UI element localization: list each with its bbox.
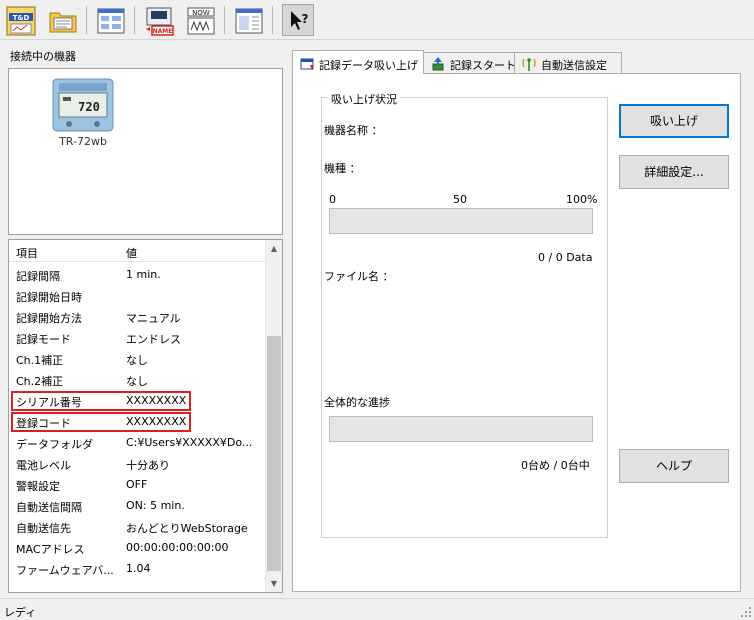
table-row[interactable]: 警報設定 OFF [9, 474, 267, 495]
data-count: 0 / 0 Data [538, 251, 593, 264]
scrollbar-thumb[interactable] [267, 336, 281, 571]
row-value: C:¥Users¥XXXXX¥Do... [126, 436, 253, 449]
record-start-icon [432, 57, 444, 71]
device-item[interactable]: 720 TR-72wb [45, 77, 121, 148]
download-button[interactable]: 吸い上げ [619, 104, 729, 138]
toolbar-separator [224, 6, 225, 34]
row-value: ON: 5 min. [126, 499, 185, 512]
device-name-label: 機器名称 ： [324, 124, 383, 137]
unit-count: 0台め / 0台中 [521, 459, 590, 472]
table-row[interactable]: Ch.2補正 なし [9, 369, 267, 390]
row-value: エンドレス [126, 333, 181, 346]
table-row[interactable]: ファームウェアバ... 1.04 [9, 558, 267, 579]
connected-devices-label: 接続中の機器 [10, 50, 76, 63]
toolbar-separator [86, 6, 87, 34]
tab-record-start[interactable]: 記録スタート [423, 52, 516, 73]
row-key: ファームウェアバ... [16, 564, 114, 577]
toolbar: T&D NAME NOW ? [0, 0, 754, 40]
resize-grip-icon[interactable] [740, 606, 752, 618]
row-key: 記録開始方法 [16, 312, 82, 325]
details-settings-button[interactable]: 詳細設定... [619, 155, 729, 189]
row-key: 電池レベル [16, 459, 71, 472]
row-key: 記録開始日時 [16, 291, 82, 304]
row-value: 00:00:00:00:00:00 [126, 541, 229, 554]
row-key: Ch.2補正 [16, 375, 64, 388]
help-cursor-icon[interactable]: ? [282, 4, 314, 36]
scale-max: 100% [566, 193, 598, 206]
model-label: 機種 ： [324, 162, 361, 175]
download-status-group: 吸い上げ状況 機器名称 ： 機種 ： 0 50 100% 0 / 0 Data … [321, 91, 608, 538]
svg-text:?: ? [302, 12, 309, 26]
scroll-down-icon[interactable]: ▼ [266, 575, 282, 592]
open-folder-icon[interactable] [46, 4, 78, 36]
device-name-icon[interactable]: NAME [142, 4, 174, 36]
row-key: データフォルダ [16, 438, 93, 451]
properties-header: 項目 値 [9, 240, 267, 262]
table-row[interactable]: 自動送信先 おんどとりWebStorage [9, 516, 267, 537]
tab-label: 自動送信設定 [541, 59, 607, 72]
toolbar-separator [134, 6, 135, 34]
antenna-icon [522, 58, 536, 71]
row-value: 十分あり [126, 459, 170, 472]
row-key: MACアドレス [16, 543, 85, 556]
table-window-icon[interactable] [232, 4, 264, 36]
now-graph-icon[interactable]: NOW [184, 4, 216, 36]
device-name: TR-72wb [59, 135, 107, 148]
row-key: 記録モード [16, 333, 71, 346]
connected-device-list[interactable]: 720 TR-72wb [8, 68, 283, 235]
device-screen-text: 720 [78, 100, 100, 114]
logger-device-icon: 720 [52, 78, 114, 132]
status-bar: レディ [0, 598, 754, 620]
table-row[interactable]: Ch.1補正 なし [9, 348, 267, 369]
tab-download-records[interactable]: 記録データ吸い上げ [292, 50, 424, 74]
status-text: レディ [4, 606, 37, 619]
tab-label: 記録スタート [450, 59, 516, 72]
download-status-title: 吸い上げ状況 [328, 91, 400, 107]
header-value[interactable]: 値 [126, 245, 137, 261]
overall-progress-label: 全体的な進捗 [324, 396, 390, 409]
tab-auto-send-settings[interactable]: 自動送信設定 [514, 52, 622, 73]
overall-progress-bar [329, 416, 593, 442]
row-value: 1 min. [126, 268, 161, 281]
svg-text:T&D: T&D [13, 14, 30, 22]
table-row[interactable]: 記録モード エンドレス [9, 327, 267, 348]
download-tab-panel: 吸い上げ状況 機器名称 ： 機種 ： 0 50 100% 0 / 0 Data … [292, 73, 741, 592]
table-row[interactable]: 記録開始方法 マニュアル [9, 306, 267, 327]
header-item[interactable]: 項目 [16, 245, 38, 261]
device-properties-list[interactable]: 項目 値 記録間隔 1 min. 記録開始日時 記録開始方法 マニュアル 記録モード… [8, 239, 283, 593]
row-value: なし [126, 354, 148, 367]
serial-number-highlight [11, 391, 191, 411]
row-key: Ch.1補正 [16, 354, 64, 367]
data-list-icon[interactable] [94, 4, 126, 36]
download-icon [300, 58, 314, 70]
table-row[interactable]: 電池レベル 十分あり [9, 453, 267, 474]
now-label: NOW [192, 9, 210, 17]
table-row[interactable]: 記録開始日時 [9, 285, 267, 306]
tandd-logo-icon[interactable]: T&D [4, 4, 36, 36]
tab-label: 記録データ吸い上げ [319, 59, 418, 72]
row-value: 1.04 [126, 562, 151, 575]
scale-min: 0 [329, 193, 336, 206]
row-value: なし [126, 375, 148, 388]
properties-scrollbar[interactable]: ▲ ▼ [265, 240, 282, 592]
table-row[interactable]: 記録間隔 1 min. [9, 264, 267, 285]
row-key: 自動送信間隔 [16, 501, 82, 514]
row-key: 自動送信先 [16, 522, 71, 535]
name-tag: NAME [153, 28, 173, 35]
table-row[interactable]: データフォルダ C:¥Users¥XXXXX¥Do... [9, 432, 267, 453]
file-name-label: ファイル名 ： [324, 270, 394, 283]
scale-mid: 50 [453, 193, 467, 206]
row-value: OFF [126, 478, 148, 491]
download-progress-bar [329, 208, 593, 234]
table-row[interactable]: MACアドレス 00:00:00:00:00:00 [9, 537, 267, 558]
row-value: おんどとりWebStorage [126, 522, 248, 535]
row-key: 記録間隔 [16, 270, 60, 283]
help-button[interactable]: ヘルプ [619, 449, 729, 483]
row-value: マニュアル [126, 312, 181, 325]
row-key: 警報設定 [16, 480, 60, 493]
registration-code-highlight [11, 412, 191, 432]
scroll-up-icon[interactable]: ▲ [266, 240, 282, 257]
table-row[interactable]: 自動送信間隔 ON: 5 min. [9, 495, 267, 516]
toolbar-separator [272, 6, 273, 34]
